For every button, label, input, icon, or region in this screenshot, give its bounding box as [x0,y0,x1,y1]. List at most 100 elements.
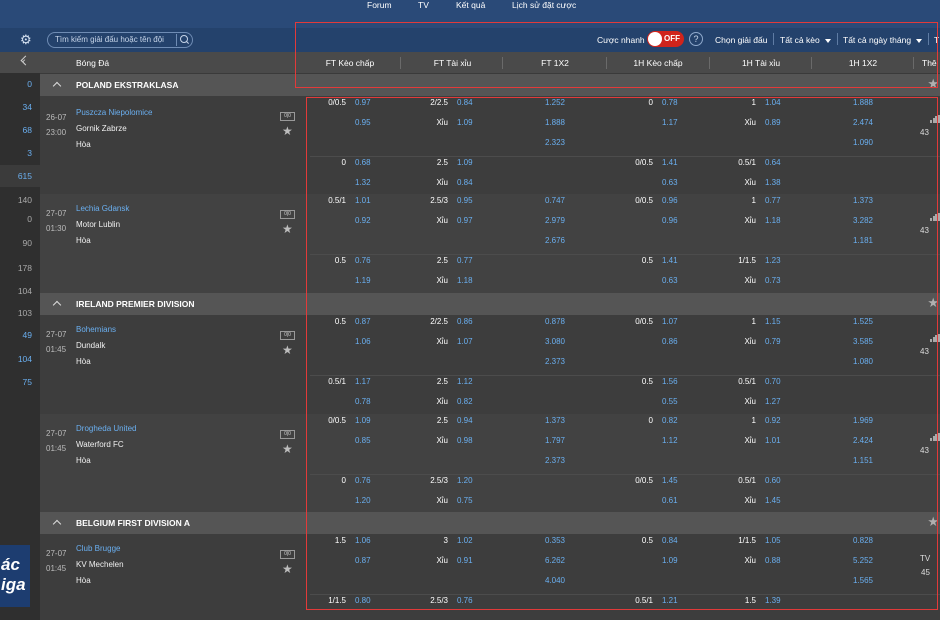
star-icon[interactable]: ★ [282,344,293,356]
home-team-link[interactable]: Drogheda United [76,424,136,433]
odds-price[interactable]: 0.60 [765,476,781,485]
market-count[interactable]: 43 [920,347,929,356]
home-team-link[interactable]: Puszcza Niepolomice [76,108,152,117]
sidebar-count[interactable]: 104 [0,280,40,302]
odds-price[interactable]: 0.75 [457,496,473,505]
odds-price[interactable]: 0.97 [355,98,371,107]
sidebar-count[interactable]: 0 [0,208,40,230]
tv-badge[interactable]: TV [920,554,930,563]
odds-price[interactable]: 1.17 [355,377,371,386]
odds-price[interactable]: 0.87 [355,556,371,565]
odds-price[interactable]: 1.56 [662,377,678,386]
odds-price[interactable]: 1.19 [355,276,371,285]
odds-price[interactable]: 1.06 [355,337,371,346]
odds-price[interactable]: 0.86 [662,337,678,346]
odds-price[interactable]: 1.05 [765,536,781,545]
odds-price[interactable]: 0.64 [765,158,781,167]
odds-1x2[interactable]: 1.080 [838,357,888,366]
star-icon[interactable]: ★ [282,443,293,455]
odds-price[interactable]: 1.45 [765,496,781,505]
odds-price[interactable]: 1.06 [355,536,371,545]
odds-price[interactable]: 0.94 [457,416,473,425]
odds-price[interactable]: 0.95 [457,196,473,205]
sidebar-count[interactable]: 34 [0,96,40,118]
odds-1x2[interactable]: 2.323 [530,138,580,147]
odds-1x2[interactable]: 3.585 [838,337,888,346]
odds-1x2[interactable]: 0.878 [530,317,580,326]
odds-price[interactable]: 0.70 [765,377,781,386]
sidebar-count[interactable]: 0 [0,73,40,95]
odds-1x2[interactable]: 0.828 [838,536,888,545]
search-input[interactable]: Tìm kiếm giải đấu hoặc tên đội [47,32,193,48]
odds-1x2[interactable]: 2.676 [530,236,580,245]
odds-price[interactable]: 1.09 [457,158,473,167]
odds-price[interactable]: 0.77 [457,256,473,265]
odds-price[interactable]: 1.21 [662,596,678,605]
odds-1x2[interactable]: 2.373 [530,357,580,366]
stats-icon[interactable]: 0|0 [280,331,295,340]
odds-price[interactable]: 1.27 [765,397,781,406]
odds-price[interactable]: 0.78 [662,98,678,107]
odds-1x2[interactable]: 0.353 [530,536,580,545]
odds-price[interactable]: 0.84 [457,178,473,187]
odds-1x2[interactable]: 1.252 [530,98,580,107]
market-count[interactable]: 45 [921,568,930,577]
league-header[interactable]: IRELAND PREMIER DIVISION ★ [40,293,940,315]
odds-price[interactable]: 0.78 [355,397,371,406]
odds-1x2[interactable]: 1.090 [838,138,888,147]
odds-price[interactable]: 1.39 [765,596,781,605]
league-header[interactable]: POLAND EKSTRAKLASA ★ [40,74,940,96]
all-bet-types-dropdown[interactable]: Tất cả kèo [780,35,831,45]
odds-1x2[interactable]: 1.525 [838,317,888,326]
odds-1x2[interactable]: 1.181 [838,236,888,245]
odds-1x2[interactable]: 2.979 [530,216,580,225]
odds-1x2[interactable]: 2.424 [838,436,888,445]
odds-price[interactable]: 1.17 [662,118,678,127]
odds-price[interactable]: 0.61 [662,496,678,505]
home-team-link[interactable]: Lechia Gdansk [76,204,129,213]
odds-price[interactable]: 1.15 [765,317,781,326]
odds-price[interactable]: 0.95 [355,118,371,127]
nav-bet-history-link[interactable]: Lịch sử đặt cược [512,0,576,10]
odds-price[interactable]: 1.38 [765,178,781,187]
odds-price[interactable]: 0.76 [457,596,473,605]
market-count[interactable]: 43 [920,226,929,235]
market-count[interactable]: 43 [920,128,929,137]
star-icon[interactable]: ★ [282,125,293,137]
odds-price[interactable]: 1.04 [765,98,781,107]
odds-price[interactable]: 1.09 [457,118,473,127]
star-icon[interactable]: ★ [927,515,939,529]
market-count[interactable]: 43 [920,446,929,455]
odds-price[interactable]: 0.63 [662,178,678,187]
odds-1x2[interactable]: 2.474 [838,118,888,127]
odds-1x2[interactable]: 1.373 [838,196,888,205]
odds-price[interactable]: 0.76 [355,256,371,265]
sidebar-count[interactable]: 178 [0,257,40,279]
odds-price[interactable]: 0.88 [765,556,781,565]
odds-1x2[interactable]: 6.262 [530,556,580,565]
gear-icon[interactable]: ⚙ [20,33,34,47]
odds-price[interactable]: 1.45 [662,476,678,485]
odds-price[interactable]: 0.96 [662,196,678,205]
odds-price[interactable]: 1.07 [662,317,678,326]
sidebar-count[interactable]: 104 [0,348,40,370]
odds-price[interactable]: 1.41 [662,158,678,167]
odds-price[interactable]: 0.92 [765,416,781,425]
odds-price[interactable]: 0.86 [457,317,473,326]
odds-price[interactable]: 1.12 [662,436,678,445]
odds-price[interactable]: 0.84 [457,98,473,107]
odds-1x2[interactable]: 2.373 [530,456,580,465]
odds-price[interactable]: 1.09 [662,556,678,565]
stats-icon[interactable]: 0|0 [280,210,295,219]
nav-forum-link[interactable]: Forum [367,0,392,10]
odds-1x2[interactable]: 1.888 [838,98,888,107]
stats-icon[interactable]: 0|0 [280,112,295,121]
odds-1x2[interactable]: 5.252 [838,556,888,565]
odds-price[interactable]: 1.41 [662,256,678,265]
star-icon[interactable]: ★ [282,223,293,235]
odds-price[interactable]: 1.02 [457,536,473,545]
odds-price[interactable]: 0.85 [355,436,371,445]
odds-price[interactable]: 1.20 [457,476,473,485]
odds-price[interactable]: 1.12 [457,377,473,386]
odds-1x2[interactable]: 1.565 [838,576,888,585]
